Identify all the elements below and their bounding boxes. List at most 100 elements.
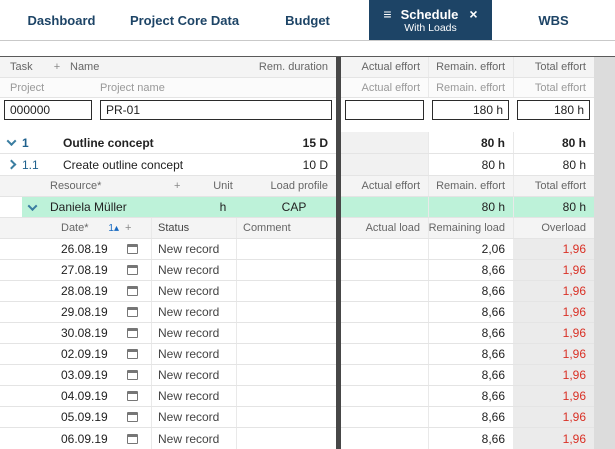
remain-effort-cell[interactable]: 80 h	[428, 197, 513, 217]
status-cell[interactable]: New record	[151, 407, 236, 427]
comment-cell[interactable]	[236, 365, 336, 385]
remaining-load-cell[interactable]: 8,66	[428, 281, 513, 301]
date-picker[interactable]	[121, 260, 151, 280]
status-cell[interactable]: New record	[151, 365, 236, 385]
date-cell[interactable]: 03.09.19	[55, 365, 121, 385]
actual-load-cell[interactable]	[341, 428, 428, 449]
comment-cell[interactable]	[236, 260, 336, 280]
date-cell[interactable]: 05.09.19	[55, 407, 121, 427]
date-cell[interactable]: 06.09.19	[55, 428, 121, 449]
remaining-load-cell[interactable]: 8,66	[428, 428, 513, 449]
date-picker[interactable]	[121, 428, 151, 449]
date-cell[interactable]: 26.08.19	[55, 239, 121, 259]
date-picker[interactable]	[121, 344, 151, 364]
comment-cell[interactable]	[236, 344, 336, 364]
tab-schedule[interactable]: ≡ Schedule × With Loads	[369, 0, 492, 40]
expand-toggle[interactable]	[0, 154, 22, 175]
actual-load-cell[interactable]	[341, 344, 428, 364]
resource-name-cell[interactable]: Daniela Müller	[42, 197, 174, 217]
actual-load-cell[interactable]	[341, 281, 428, 301]
add-task-button[interactable]: +	[48, 57, 66, 77]
date-picker[interactable]	[121, 386, 151, 406]
remaining-load-cell[interactable]: 2,06	[428, 239, 513, 259]
tab-budget[interactable]: Budget	[246, 0, 369, 40]
remaining-load-cell[interactable]: 8,66	[428, 260, 513, 280]
project-total-effort-input[interactable]: 180 h	[517, 100, 590, 120]
date-picker[interactable]	[121, 365, 151, 385]
rem-duration-cell[interactable]: 10 D	[265, 154, 336, 175]
actual-load-cell[interactable]	[341, 302, 428, 322]
expand-toggle[interactable]	[0, 132, 22, 153]
date-cell[interactable]: 27.08.19	[55, 260, 121, 280]
task-name-cell[interactable]: Create outline concept	[55, 154, 265, 175]
status-cell[interactable]: New record	[151, 281, 236, 301]
date-picker[interactable]	[121, 302, 151, 322]
menu-icon[interactable]: ≡	[383, 6, 391, 22]
calendar-icon	[127, 433, 138, 444]
project-remain-effort-input[interactable]: 180 h	[432, 100, 509, 120]
actual-load-cell[interactable]	[341, 386, 428, 406]
remain-effort-cell[interactable]: 80 h	[428, 154, 513, 175]
close-icon[interactable]: ×	[469, 6, 477, 22]
rem-duration-cell[interactable]: 15 D	[265, 132, 336, 153]
status-cell[interactable]: New record	[151, 386, 236, 406]
remaining-load-cell[interactable]: 8,66	[428, 407, 513, 427]
date-picker[interactable]	[121, 407, 151, 427]
actual-load-cell[interactable]	[341, 260, 428, 280]
remaining-load-cell[interactable]: 8,66	[428, 344, 513, 364]
date-cell[interactable]: 28.08.19	[55, 281, 121, 301]
sort-indicator[interactable]: 1▴	[108, 223, 121, 234]
comment-cell[interactable]	[236, 428, 336, 449]
project-id-input[interactable]: 000000	[4, 100, 92, 120]
remaining-load-cell[interactable]: 8,66	[428, 302, 513, 322]
remaining-load-cell[interactable]: 8,66	[428, 365, 513, 385]
status-cell[interactable]: New record	[151, 239, 236, 259]
actual-load-cell[interactable]	[341, 323, 428, 343]
date-cell[interactable]: 04.09.19	[55, 386, 121, 406]
task-name-cell[interactable]: Outline concept	[55, 132, 265, 153]
tab-project-core-data[interactable]: Project Core Data	[123, 0, 246, 40]
date-picker[interactable]	[121, 239, 151, 259]
comment-cell[interactable]	[236, 323, 336, 343]
tab-dashboard[interactable]: Dashboard	[0, 0, 123, 40]
calendar-icon	[127, 307, 138, 317]
total-effort-cell: 80 h	[513, 197, 594, 217]
project-name-input[interactable]: PR-01	[100, 100, 332, 120]
status-cell[interactable]: New record	[151, 323, 236, 343]
actual-load-cell[interactable]	[341, 407, 428, 427]
spacer	[0, 41, 615, 56]
load-profile-cell[interactable]: CAP	[252, 197, 336, 217]
actual-effort-cell[interactable]	[341, 132, 428, 153]
remain-effort-cell[interactable]: 80 h	[428, 132, 513, 153]
remaining-load-cell[interactable]: 8,66	[428, 386, 513, 406]
status-cell[interactable]: New record	[151, 302, 236, 322]
pane-divider[interactable]	[336, 57, 341, 449]
add-load-button[interactable]: +	[121, 218, 151, 238]
date-cell[interactable]: 29.08.19	[55, 302, 121, 322]
comment-cell[interactable]	[236, 239, 336, 259]
project-input-row: 000000 PR-01 180 h 180 h	[0, 98, 615, 122]
add-resource-button[interactable]: +	[174, 176, 194, 196]
actual-effort-cell[interactable]	[341, 154, 428, 175]
date-cell[interactable]: 02.09.19	[55, 344, 121, 364]
remaining-load-cell[interactable]: 8,66	[428, 323, 513, 343]
comment-cell[interactable]	[236, 302, 336, 322]
date-picker[interactable]	[121, 281, 151, 301]
comment-cell[interactable]	[236, 281, 336, 301]
status-cell[interactable]: New record	[151, 260, 236, 280]
project-actual-effort-input[interactable]	[345, 100, 424, 120]
expand-toggle[interactable]	[22, 197, 42, 217]
scrollbar-track[interactable]	[594, 57, 615, 449]
comment-cell[interactable]	[236, 407, 336, 427]
unit-cell[interactable]: h	[194, 197, 252, 217]
status-cell[interactable]: New record	[151, 428, 236, 449]
date-cell[interactable]: 30.08.19	[55, 323, 121, 343]
date-picker[interactable]	[121, 323, 151, 343]
actual-load-cell[interactable]	[341, 239, 428, 259]
comment-cell[interactable]	[236, 386, 336, 406]
remain-effort-column-header: Remain. effort	[428, 176, 513, 196]
actual-load-cell[interactable]	[341, 365, 428, 385]
tab-wbs[interactable]: WBS	[492, 0, 615, 40]
status-cell[interactable]: New record	[151, 344, 236, 364]
actual-effort-cell[interactable]	[341, 197, 428, 217]
